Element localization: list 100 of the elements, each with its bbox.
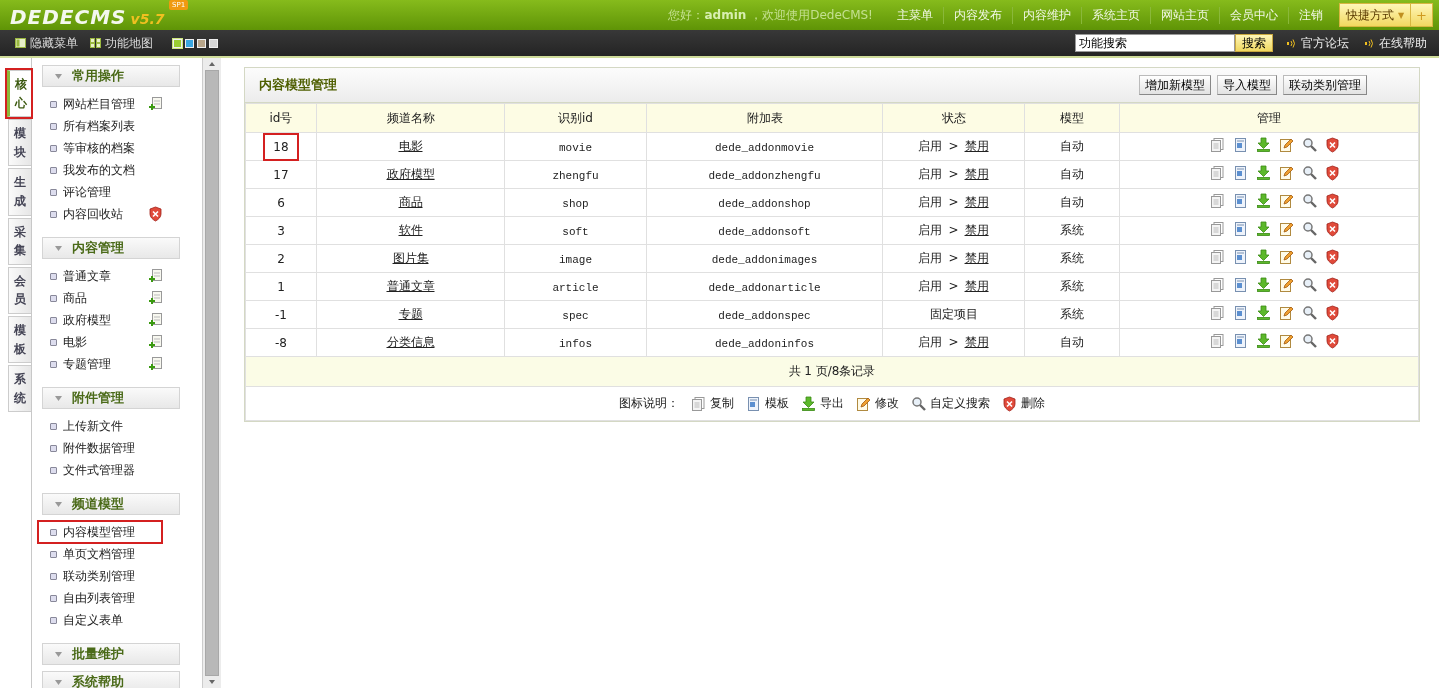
delete-icon[interactable] (1325, 221, 1340, 237)
help-link[interactable]: 在线帮助 (1365, 34, 1427, 52)
side-tab[interactable]: 采集 (8, 217, 31, 265)
menu-item[interactable]: 上传新文件 (42, 415, 160, 437)
delete-icon[interactable] (1325, 277, 1340, 293)
copy-icon[interactable] (1210, 305, 1225, 321)
skin-swatch[interactable] (209, 38, 218, 48)
menu-item[interactable]: 自定义表单 (42, 609, 160, 631)
add-icon[interactable] (148, 290, 163, 306)
search-icon[interactable] (1302, 165, 1317, 181)
edit-icon[interactable] (1279, 221, 1294, 237)
disable-link[interactable]: 禁用 (964, 167, 989, 181)
menu-item[interactable]: 自由列表管理 (42, 587, 160, 609)
disable-link[interactable]: 禁用 (964, 195, 989, 209)
menu-item[interactable]: 单页文档管理 (42, 543, 160, 565)
search-icon[interactable] (1302, 193, 1317, 209)
copy-icon[interactable] (1210, 137, 1225, 153)
menu-group-header[interactable]: 系统帮助 (42, 671, 180, 688)
delete-icon[interactable] (1325, 137, 1340, 153)
copy-icon[interactable] (1210, 333, 1225, 349)
help-link[interactable]: 官方论坛 (1287, 34, 1349, 52)
document-icon[interactable] (1233, 333, 1248, 349)
disable-link[interactable]: 禁用 (964, 335, 989, 349)
copy-icon[interactable] (1210, 193, 1225, 209)
download-icon[interactable] (1256, 137, 1271, 153)
delete-icon[interactable] (1325, 165, 1340, 181)
menu-item[interactable]: 等审核的档案 (42, 137, 160, 159)
toolbar-button[interactable]: 功能地图 (90, 34, 153, 52)
side-tab[interactable]: 生成 (8, 168, 31, 216)
menu-item[interactable]: 我发布的文档 (42, 159, 160, 181)
document-icon[interactable] (1233, 305, 1248, 321)
panel-button[interactable]: 增加新模型 (1139, 75, 1211, 95)
side-tab[interactable]: 系统 (8, 365, 31, 413)
disable-link[interactable]: 禁用 (964, 279, 989, 293)
copy-icon[interactable] (1210, 165, 1225, 181)
copy-icon[interactable] (1210, 277, 1225, 293)
toolbar-button[interactable]: 隐藏菜单 (15, 34, 78, 52)
download-icon[interactable] (1256, 333, 1271, 349)
channel-link[interactable]: 分类信息 (386, 335, 435, 349)
menu-item[interactable]: 电影 (42, 331, 160, 353)
channel-link[interactable]: 商品 (398, 195, 423, 209)
download-icon[interactable] (1256, 249, 1271, 265)
delete-icon[interactable] (1325, 333, 1340, 349)
document-icon[interactable] (1233, 221, 1248, 237)
menu-group-header[interactable]: 常用操作 (42, 65, 180, 87)
delete-icon[interactable] (148, 206, 163, 222)
menu-item[interactable]: 内容回收站 (42, 203, 160, 225)
menu-item[interactable]: 商品 (42, 287, 160, 309)
side-tab[interactable]: 模板 (8, 315, 31, 364)
edit-icon[interactable] (1279, 137, 1294, 153)
edit-icon[interactable] (1279, 165, 1294, 181)
channel-link[interactable]: 电影 (398, 139, 423, 153)
channel-link[interactable]: 政府模型 (386, 167, 435, 181)
download-icon[interactable] (1256, 305, 1271, 321)
side-tab[interactable]: 核心 (7, 70, 31, 118)
menu-group-header[interactable]: 内容管理 (42, 237, 180, 259)
document-icon[interactable] (1233, 165, 1248, 181)
side-tab[interactable]: 会员 (8, 266, 31, 314)
search-icon[interactable] (1302, 249, 1317, 265)
download-icon[interactable] (1256, 193, 1271, 209)
add-icon[interactable] (148, 96, 163, 112)
copy-icon[interactable] (1210, 221, 1225, 237)
search-field[interactable]: 功能搜索 (1075, 34, 1235, 52)
add-icon[interactable] (148, 268, 163, 284)
skin-swatch[interactable] (197, 38, 206, 48)
menu-item[interactable]: 专题管理 (42, 353, 160, 375)
disable-link[interactable]: 禁用 (964, 223, 989, 237)
search-icon[interactable] (1302, 221, 1317, 237)
side-tab[interactable]: 模块 (8, 119, 31, 167)
menu-item[interactable]: 所有档案列表 (42, 115, 160, 137)
channel-link[interactable]: 软件 (398, 223, 423, 237)
menu-group-header[interactable]: 频道模型 (42, 493, 180, 515)
copy-icon[interactable] (1210, 249, 1225, 265)
search-icon[interactable] (1302, 277, 1317, 293)
search-button[interactable]: 搜索 (1235, 34, 1273, 52)
menu-item[interactable]: 附件数据管理 (42, 437, 160, 459)
menu-item[interactable]: 网站栏目管理 (42, 93, 160, 115)
edit-icon[interactable] (1279, 249, 1294, 265)
menu-item[interactable]: 内容模型管理 (38, 521, 162, 543)
edit-icon[interactable] (1279, 333, 1294, 349)
add-icon[interactable] (148, 334, 163, 350)
panel-button[interactable]: 联动类别管理 (1283, 75, 1367, 95)
menu-item[interactable]: 政府模型 (42, 309, 160, 331)
delete-icon[interactable] (1325, 193, 1340, 209)
menu-item[interactable]: 普通文章 (42, 265, 160, 287)
channel-link[interactable]: 专题 (398, 307, 423, 321)
document-icon[interactable] (1233, 137, 1248, 153)
edit-icon[interactable] (1279, 193, 1294, 209)
add-icon[interactable] (148, 312, 163, 328)
disable-link[interactable]: 禁用 (964, 139, 989, 153)
edit-icon[interactable] (1279, 305, 1294, 321)
menu-group-header[interactable]: 批量维护 (42, 643, 180, 665)
menu-group-header[interactable]: 附件管理 (42, 387, 180, 409)
document-icon[interactable] (1233, 193, 1248, 209)
channel-link[interactable]: 普通文章 (386, 279, 435, 293)
search-icon[interactable] (1302, 333, 1317, 349)
delete-icon[interactable] (1325, 305, 1340, 321)
menu-item[interactable]: 评论管理 (42, 181, 160, 203)
delete-icon[interactable] (1325, 249, 1340, 265)
document-icon[interactable] (1233, 249, 1248, 265)
